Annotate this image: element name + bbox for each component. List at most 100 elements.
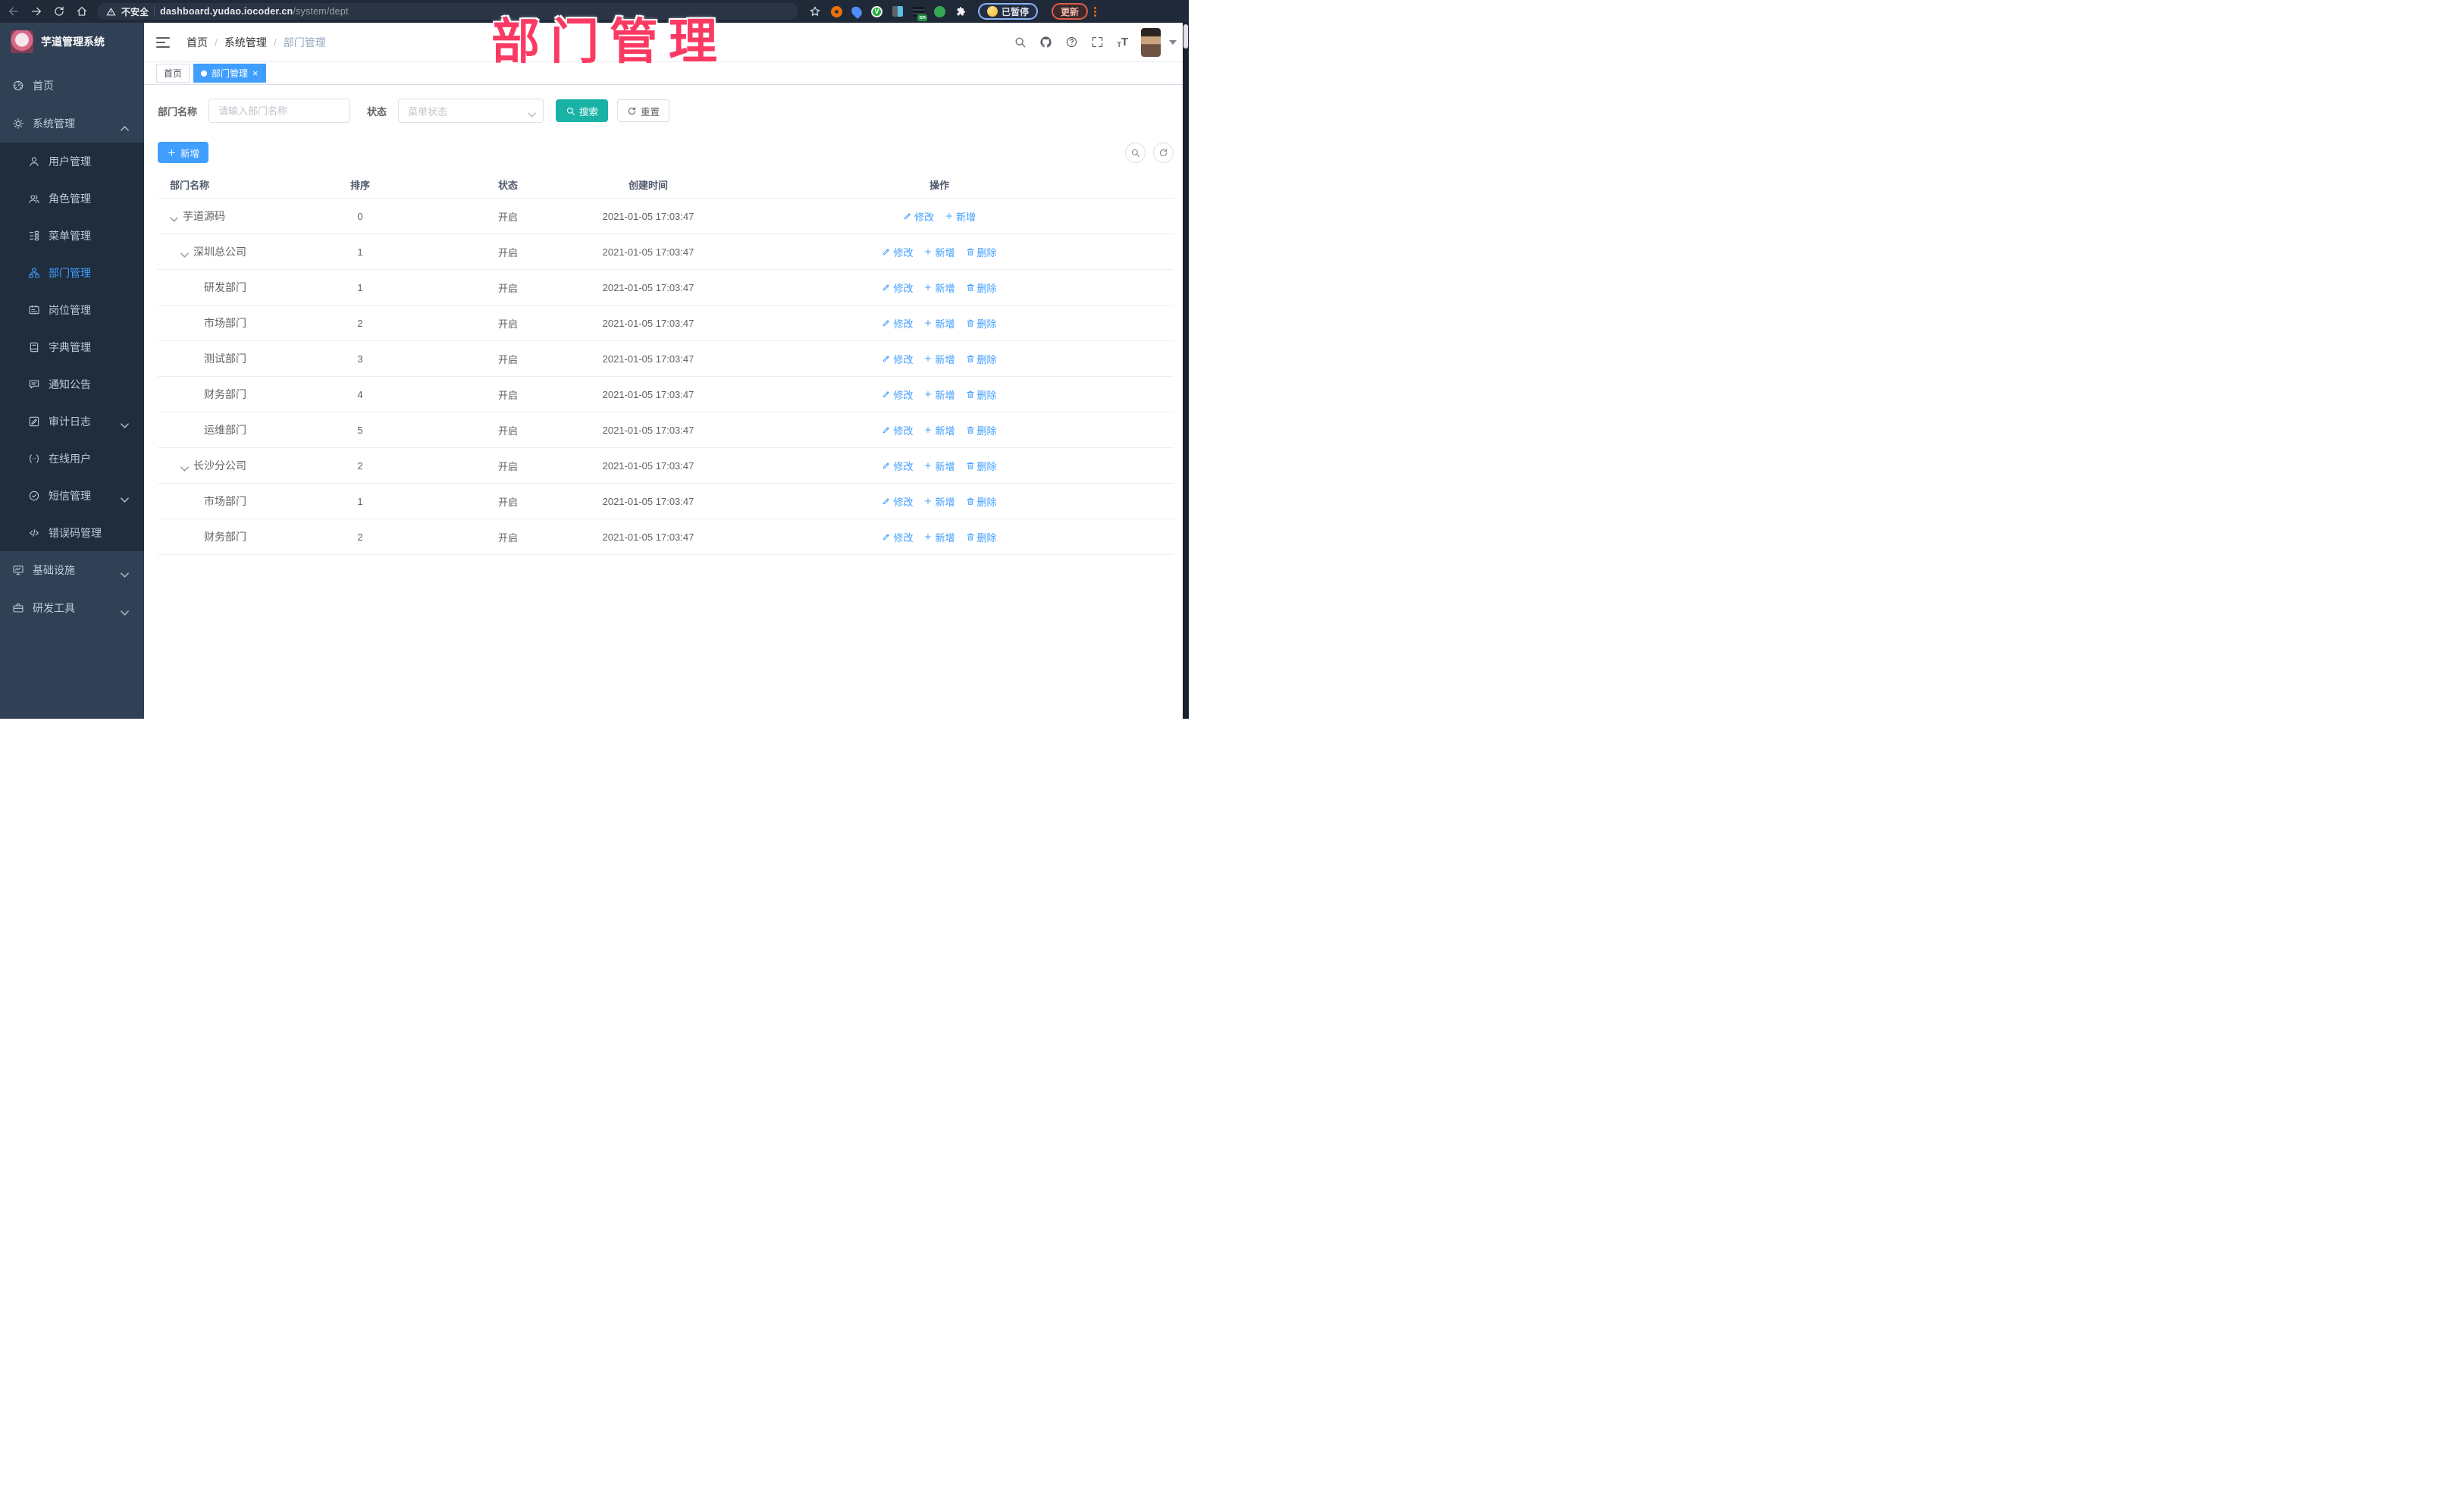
row-action-add[interactable]: 新增 — [923, 352, 955, 366]
profile-paused-chip[interactable]: 已暂停 — [978, 3, 1039, 20]
expand-caret-icon[interactable] — [170, 213, 180, 222]
table-header-row: 部门名称 排序 状态 创建时间 操作 — [158, 171, 1174, 199]
sidebar-item-role[interactable]: 角色管理 — [0, 180, 144, 217]
created-cell: 2021-01-05 17:03:47 — [602, 495, 694, 507]
sidebar-item-post[interactable]: 岗位管理 — [0, 291, 144, 328]
extension-grid-icon[interactable] — [892, 6, 903, 17]
browser-home-icon[interactable] — [76, 5, 88, 17]
sidebar-item-audit[interactable]: 审计日志 — [0, 403, 144, 440]
row-actions: 修改 新增 删除 — [705, 494, 1174, 509]
search-button[interactable]: 搜索 — [556, 99, 609, 122]
row-action-delete[interactable]: 删除 — [966, 459, 997, 473]
refresh-table-button[interactable] — [1153, 142, 1174, 163]
add-button[interactable]: 新增 — [158, 142, 209, 163]
row-action-add[interactable]: 新增 — [923, 245, 955, 259]
github-icon[interactable] — [1039, 36, 1052, 49]
row-action-delete[interactable]: 删除 — [966, 494, 997, 509]
status-select[interactable]: 菜单状态 — [398, 99, 544, 123]
scrollbar-thumb[interactable] — [1183, 24, 1188, 49]
row-action-add[interactable]: 新增 — [923, 423, 955, 437]
user-avatar[interactable] — [1141, 27, 1161, 57]
row-action-edit[interactable]: 修改 — [882, 245, 913, 259]
browser-back-icon[interactable] — [8, 5, 20, 17]
row-action-delete[interactable]: 删除 — [966, 423, 997, 437]
sidebar-item-menu[interactable]: 菜单管理 — [0, 217, 144, 254]
breadcrumb: 首页 / 系统管理 / 部门管理 — [187, 35, 326, 50]
security-label[interactable]: 不安全 — [121, 5, 149, 18]
header-search-icon[interactable] — [1014, 36, 1027, 49]
row-action-edit[interactable]: 修改 — [882, 530, 913, 544]
expand-caret-icon[interactable] — [180, 462, 191, 472]
row-action-edit[interactable]: 修改 — [882, 423, 913, 437]
row-action-edit[interactable]: 修改 — [882, 459, 913, 473]
reset-refresh-icon — [627, 106, 637, 116]
row-action-add[interactable]: 新增 — [923, 530, 955, 544]
col-header-name: 部门名称 — [170, 180, 210, 191]
row-action-delete[interactable]: 删除 — [966, 281, 997, 295]
extension-drop-icon[interactable] — [849, 4, 864, 19]
row-action-edit[interactable]: 修改 — [903, 209, 934, 224]
sidebar-item-system[interactable]: 系统管理 — [0, 105, 144, 143]
row-action-delete[interactable]: 删除 — [966, 316, 997, 331]
sidebar-item-user[interactable]: 用户管理 — [0, 143, 144, 180]
bookmark-star-icon[interactable] — [809, 5, 821, 17]
sidebar-item-dict[interactable]: 字典管理 — [0, 328, 144, 365]
show-search-toggle-button[interactable] — [1125, 142, 1146, 163]
row-action-edit[interactable]: 修改 — [882, 316, 913, 331]
sidebar-item-sms[interactable]: 短信管理 — [0, 477, 144, 514]
sidebar-item-dept[interactable]: 部门管理 — [0, 254, 144, 291]
breadcrumb-system[interactable]: 系统管理 — [224, 35, 267, 50]
extension-tabs-icon[interactable]: on — [913, 6, 927, 21]
created-cell: 2021-01-05 17:03:47 — [602, 246, 694, 258]
extension-check-icon[interactable]: V — [871, 5, 882, 17]
row-action-add[interactable]: 新增 — [923, 316, 955, 331]
edit-icon — [882, 461, 891, 470]
table-row: 市场部门 1 开启 2021-01-05 17:03:47 修改 新增 删除 — [158, 484, 1174, 519]
tab-close-icon[interactable]: × — [252, 68, 259, 78]
submenu-system: 用户管理 角色管理 菜单管理 部门管理 岗位管理 字典管理 通知公告 审计日志 … — [0, 143, 144, 551]
table-row: 测试部门 3 开启 2021-01-05 17:03:47 修改 新增 删除 — [158, 341, 1174, 377]
browser-menu-icon[interactable] — [1094, 6, 1097, 17]
sidebar-item-notice[interactable]: 通知公告 — [0, 365, 144, 403]
expand-caret-icon[interactable] — [180, 249, 191, 258]
tab-home[interactable]: 首页 — [156, 64, 190, 83]
row-action-add[interactable]: 新增 — [923, 281, 955, 295]
extensions-puzzle-icon[interactable] — [955, 5, 967, 17]
browser-reload-icon[interactable] — [53, 5, 65, 17]
row-action-delete[interactable]: 删除 — [966, 387, 997, 402]
sidebar-logo-row[interactable]: 芋道管理系统 — [0, 23, 144, 61]
row-action-delete[interactable]: 删除 — [966, 352, 997, 366]
extension-orange-icon[interactable] — [831, 5, 842, 17]
row-action-add[interactable]: 新增 — [923, 494, 955, 509]
avatar-caret-icon[interactable] — [1169, 39, 1177, 45]
row-action-add[interactable]: 新增 — [923, 459, 955, 473]
sidebar-item-online[interactable]: 在线用户 — [0, 440, 144, 477]
row-action-edit[interactable]: 修改 — [882, 352, 913, 366]
fullscreen-icon[interactable] — [1091, 36, 1104, 49]
sidebar-item-tools[interactable]: 研发工具 — [0, 589, 144, 627]
browser-forward-icon[interactable] — [30, 5, 42, 17]
sidebar-item-home[interactable]: 首页 — [0, 67, 144, 105]
row-action-add[interactable]: 新增 — [945, 209, 976, 224]
row-action-edit[interactable]: 修改 — [882, 281, 913, 295]
sidebar-item-errcode[interactable]: 错误码管理 — [0, 514, 144, 551]
breadcrumb-home[interactable]: 首页 — [187, 35, 208, 50]
table-row: 市场部门 2 开启 2021-01-05 17:03:47 修改 新增 删除 — [158, 306, 1174, 341]
page-scrollbar[interactable] — [1183, 23, 1189, 719]
row-action-add[interactable]: 新增 — [923, 387, 955, 402]
reset-button[interactable]: 重置 — [617, 99, 670, 122]
extension-person-icon[interactable] — [934, 5, 945, 17]
status-cell: 开启 — [497, 425, 518, 437]
sidebar-item-infra[interactable]: 基础设施 — [0, 551, 144, 589]
sidebar-toggle-icon[interactable] — [156, 36, 170, 48]
row-action-delete[interactable]: 删除 — [966, 530, 997, 544]
font-size-icon[interactable]: TT — [1117, 36, 1128, 49]
browser-update-button[interactable]: 更新 — [1052, 3, 1089, 20]
help-icon[interactable] — [1065, 36, 1078, 49]
dept-name-input[interactable] — [208, 99, 351, 123]
row-action-edit[interactable]: 修改 — [882, 494, 913, 509]
tab-dept-active[interactable]: 部门管理 × — [193, 64, 266, 83]
row-action-edit[interactable]: 修改 — [882, 387, 913, 402]
row-action-delete[interactable]: 删除 — [966, 245, 997, 259]
dept-name-cell: 测试部门 — [204, 353, 246, 365]
